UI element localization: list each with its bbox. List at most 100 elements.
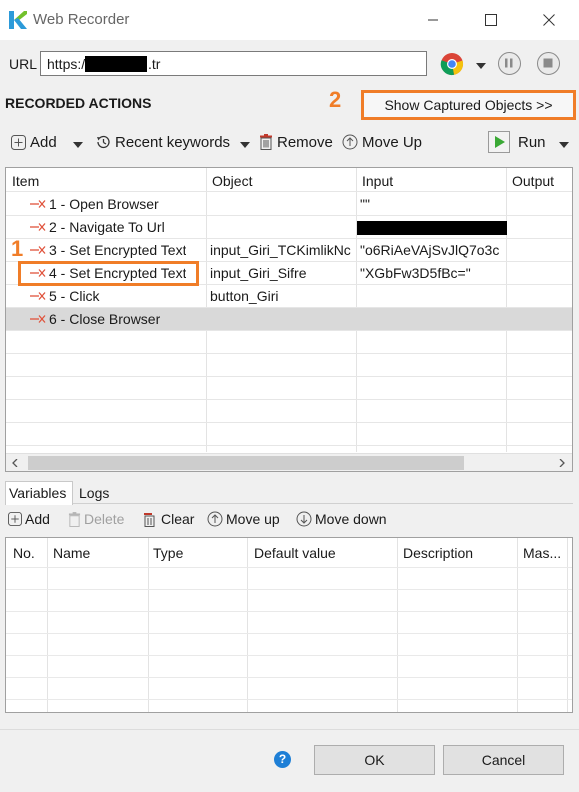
column-header-type[interactable]: Type bbox=[153, 545, 183, 561]
minimize-button[interactable] bbox=[404, 0, 462, 40]
recorded-actions-title: RECORDED ACTIONS bbox=[5, 95, 152, 111]
variable-move-up-button[interactable]: Move up bbox=[207, 510, 280, 528]
variable-delete-label: Delete bbox=[84, 511, 125, 527]
browser-dropdown-icon[interactable] bbox=[476, 58, 486, 74]
maximize-button[interactable] bbox=[462, 0, 520, 40]
row-divider bbox=[6, 699, 572, 700]
chrome-browser-icon[interactable] bbox=[440, 52, 464, 79]
empty-row bbox=[6, 354, 572, 377]
arrow-up-circle-icon bbox=[342, 134, 358, 150]
empty-row bbox=[6, 331, 572, 354]
row-divider bbox=[6, 633, 572, 634]
run-label: Run bbox=[518, 133, 546, 151]
annotation-number-2: 2 bbox=[329, 87, 342, 112]
empty-row bbox=[6, 377, 572, 400]
variable-move-down-label: Move down bbox=[315, 511, 387, 527]
help-icon[interactable]: ? bbox=[274, 751, 291, 768]
column-header-input[interactable]: Input bbox=[362, 173, 393, 189]
row-divider bbox=[6, 677, 572, 678]
footer-divider bbox=[0, 729, 579, 730]
column-header-default-value[interactable]: Default value bbox=[254, 545, 336, 561]
move-up-button[interactable]: Move Up bbox=[342, 132, 422, 152]
show-captured-objects-button[interactable]: Show Captured Objects >> bbox=[361, 90, 576, 120]
table-row[interactable]: 2 - Navigate To Url bbox=[6, 216, 572, 239]
add-button[interactable]: Add bbox=[11, 132, 57, 152]
column-header-output[interactable]: Output bbox=[512, 173, 554, 189]
column-header-name[interactable]: Name bbox=[53, 545, 90, 561]
row-input: "o6RiAeVAjSvJlQ7o3c bbox=[360, 242, 500, 258]
stop-icon bbox=[543, 58, 553, 68]
pause-button[interactable] bbox=[498, 52, 521, 75]
variable-move-down-button[interactable]: Move down bbox=[296, 510, 387, 528]
add-dropdown-icon[interactable] bbox=[73, 137, 83, 153]
horizontal-scrollbar[interactable] bbox=[6, 453, 572, 471]
run-dropdown-icon[interactable] bbox=[559, 137, 569, 153]
keyword-icon bbox=[30, 223, 46, 231]
highlight-box bbox=[18, 261, 199, 286]
variables-table[interactable]: No. Name Type Default value Description … bbox=[5, 537, 573, 713]
table-row[interactable]: 1 - Open Browser "" bbox=[6, 193, 572, 216]
arrow-up-circle-icon bbox=[207, 511, 223, 527]
clear-icon bbox=[144, 512, 155, 527]
annotation-number-1: 1 bbox=[11, 236, 24, 261]
column-header-masked[interactable]: Mas... bbox=[523, 545, 561, 561]
tab-logs[interactable]: Logs bbox=[79, 485, 109, 501]
column-divider bbox=[47, 538, 48, 712]
url-input[interactable]: https:/ .tr bbox=[40, 51, 427, 76]
column-header-description[interactable]: Description bbox=[403, 545, 473, 561]
row-divider bbox=[6, 655, 572, 656]
arrow-down-circle-icon bbox=[296, 511, 312, 527]
column-header-item[interactable]: Item bbox=[12, 173, 39, 189]
recent-keywords-button[interactable]: Recent keywords bbox=[95, 132, 230, 152]
variable-clear-label: Clear bbox=[161, 511, 195, 527]
column-divider bbox=[397, 538, 398, 712]
variable-delete-button[interactable]: Delete bbox=[68, 510, 124, 528]
move-up-label: Move Up bbox=[362, 133, 423, 151]
row-divider bbox=[6, 567, 572, 568]
trash-icon bbox=[68, 511, 81, 527]
remove-label: Remove bbox=[277, 133, 333, 151]
recent-keywords-dropdown-icon[interactable] bbox=[240, 137, 250, 153]
tab-variables[interactable]: Variables bbox=[5, 481, 73, 505]
keyword-icon bbox=[30, 200, 46, 208]
empty-row bbox=[6, 423, 572, 446]
keyword-icon bbox=[30, 292, 46, 300]
scrollbar-thumb[interactable] bbox=[28, 456, 464, 470]
redacted-url-block bbox=[357, 221, 507, 235]
url-suffix: .tr bbox=[148, 56, 161, 72]
scroll-right-icon[interactable] bbox=[558, 459, 566, 467]
keyword-icon bbox=[30, 246, 46, 254]
row-object: input_Giri_TCKimlikNc bbox=[210, 242, 351, 258]
run-button[interactable]: Run bbox=[488, 131, 546, 153]
variable-move-up-label: Move up bbox=[226, 511, 280, 527]
table-header bbox=[6, 168, 572, 192]
table-row[interactable]: 3 - Set Encrypted Text input_Giri_TCKiml… bbox=[6, 239, 572, 262]
close-button[interactable] bbox=[520, 0, 578, 40]
cancel-button[interactable]: Cancel bbox=[443, 745, 564, 775]
minimize-icon bbox=[428, 19, 438, 21]
row-item: 6 - Close Browser bbox=[49, 311, 161, 327]
ok-button[interactable]: OK bbox=[314, 745, 435, 775]
row-input: "" bbox=[360, 196, 370, 212]
table-row[interactable]: 5 - Click button_Giri bbox=[6, 285, 572, 308]
empty-row bbox=[6, 400, 572, 423]
pause-icon bbox=[505, 58, 513, 68]
table-row-selected[interactable]: 6 - Close Browser bbox=[6, 308, 572, 331]
variable-add-button[interactable]: Add bbox=[8, 510, 50, 528]
row-divider bbox=[6, 589, 572, 590]
row-item: 5 - Click bbox=[49, 288, 100, 304]
variable-clear-button[interactable]: Clear bbox=[143, 510, 194, 528]
trash-icon bbox=[260, 134, 272, 150]
keyword-icon bbox=[30, 315, 46, 323]
stop-button[interactable] bbox=[537, 52, 560, 75]
row-item: 1 - Open Browser bbox=[49, 196, 159, 212]
column-header-object[interactable]: Object bbox=[212, 173, 252, 189]
redacted-block bbox=[85, 56, 147, 72]
recorded-actions-table[interactable]: Item Object Input Output 1 - Open Browse… bbox=[5, 167, 573, 472]
variable-add-label: Add bbox=[25, 511, 50, 527]
row-object: input_Giri_Sifre bbox=[210, 265, 307, 281]
remove-button[interactable]: Remove bbox=[259, 132, 333, 152]
scroll-left-icon[interactable] bbox=[11, 459, 19, 467]
column-header-no[interactable]: No. bbox=[13, 545, 35, 561]
add-icon bbox=[11, 134, 26, 150]
